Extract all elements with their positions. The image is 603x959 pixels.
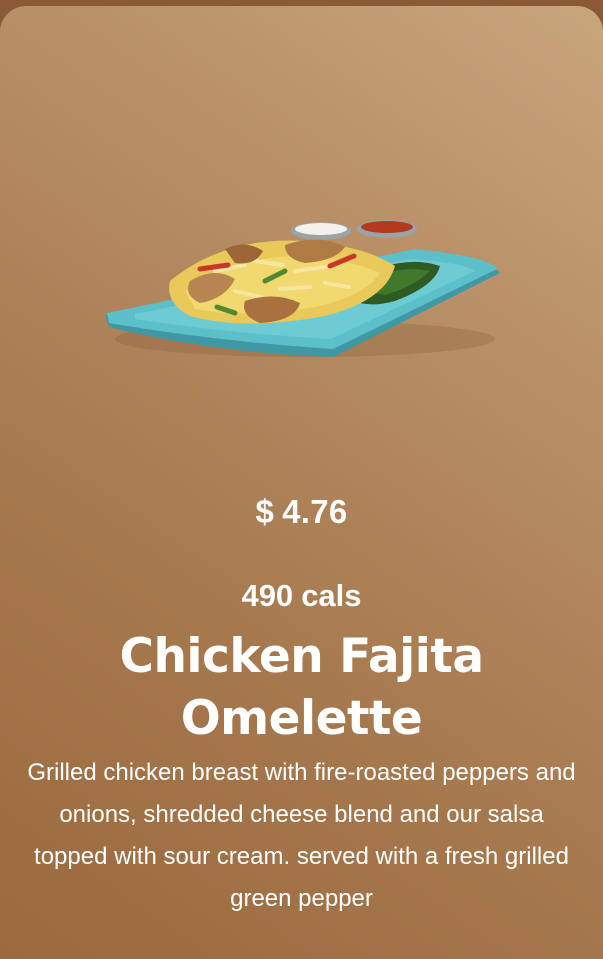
dish-image [95, 211, 510, 376]
item-description: Grilled chicken breast with fire-roasted… [27, 759, 576, 912]
price-currency-symbol: $ [255, 493, 275, 530]
item-name: Chicken Fajita Omelette [119, 629, 484, 746]
item-calories: 490 cals [0, 576, 603, 616]
calories-unit: cals [301, 578, 362, 613]
item-price: $4.76 [0, 492, 603, 532]
calories-value: 490 [241, 578, 294, 613]
price-value: 4.76 [282, 493, 348, 530]
menu-item-card[interactable]: $4.76 490 cals Chicken Fajita Omelette Gr… [0, 6, 603, 959]
